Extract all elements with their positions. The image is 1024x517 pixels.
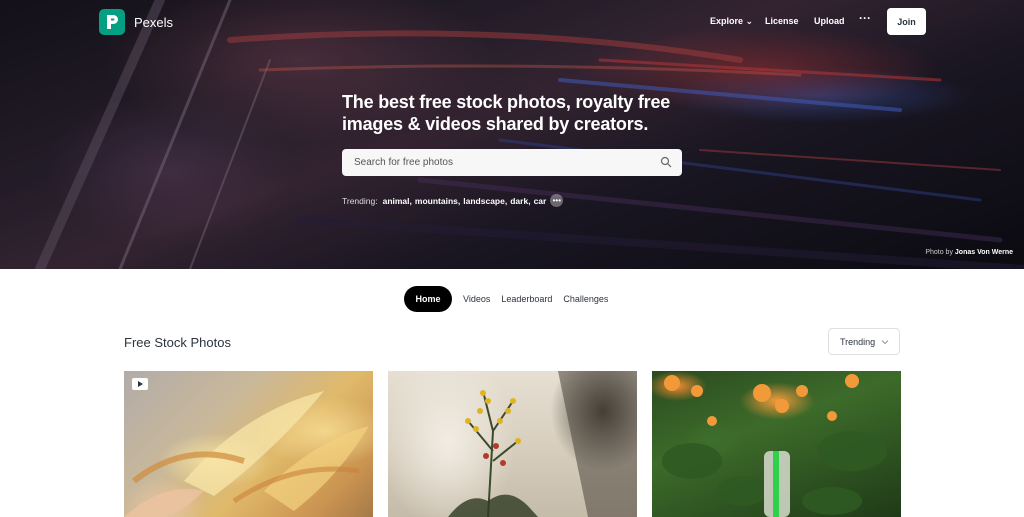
hero-headline-line-2: images & videos shared by creators. bbox=[342, 114, 649, 134]
hero-banner: Pexels Explore ⌄ License Upload ··· Join… bbox=[0, 0, 1024, 269]
trending-tag-dark[interactable]: dark bbox=[510, 196, 528, 206]
tab-leaderboard[interactable]: Leaderboard bbox=[501, 294, 552, 304]
search-placeholder: Search for free photos bbox=[354, 157, 453, 168]
video-icon bbox=[132, 378, 148, 390]
top-nav: Pexels Explore ⌄ License Upload ··· Join bbox=[0, 8, 1024, 36]
chevron-down-icon: ⌄ bbox=[745, 16, 754, 26]
photo-image bbox=[448, 371, 637, 517]
photo-card-melon[interactable] bbox=[124, 371, 373, 517]
hero-headline: The best free stock photos, royalty free… bbox=[342, 91, 702, 135]
nav-explore[interactable]: Explore ⌄ bbox=[710, 16, 753, 27]
trending-tags: Trending: animal, mountains, landscape, … bbox=[342, 194, 564, 207]
more-tags-icon[interactable]: ••• bbox=[550, 194, 564, 207]
sort-dropdown[interactable]: Trending bbox=[828, 328, 900, 355]
chevron-down-icon bbox=[881, 340, 889, 345]
nav-license[interactable]: License bbox=[765, 16, 799, 26]
hero-headline-line-1: The best free stock photos, royalty free bbox=[342, 92, 671, 112]
trending-tag-landscape[interactable]: landscape bbox=[463, 196, 505, 206]
trending-tag-car[interactable]: car bbox=[534, 196, 547, 206]
join-button[interactable]: Join bbox=[887, 8, 926, 35]
content-tabs: Home Videos Leaderboard Challenges bbox=[404, 286, 619, 312]
search-icon[interactable] bbox=[660, 156, 672, 168]
photo-credit-author[interactable]: Jonas Von Werne bbox=[955, 249, 1013, 256]
tab-challenges[interactable]: Challenges bbox=[563, 294, 608, 304]
photo-card-orange-flowers[interactable] bbox=[652, 371, 901, 517]
trending-label: Trending: bbox=[342, 195, 378, 206]
tab-home[interactable]: Home bbox=[404, 286, 452, 312]
photo-image bbox=[124, 391, 369, 517]
brand-name[interactable]: Pexels bbox=[134, 15, 173, 30]
sort-dropdown-value: Trending bbox=[840, 337, 876, 347]
section-title: Free Stock Photos bbox=[124, 335, 231, 350]
tab-videos[interactable]: Videos bbox=[463, 294, 490, 304]
search-input[interactable]: Search for free photos bbox=[342, 149, 682, 176]
trending-tag-mountains[interactable]: mountains bbox=[415, 196, 458, 206]
photo-image bbox=[662, 374, 887, 517]
nav-upload[interactable]: Upload bbox=[814, 16, 845, 26]
trending-tag-animal[interactable]: animal bbox=[383, 196, 410, 206]
photo-card-flowers[interactable] bbox=[388, 371, 637, 517]
pexels-logo-icon[interactable] bbox=[99, 9, 125, 35]
nav-explore-label: Explore bbox=[710, 16, 744, 26]
photo-credit-prefix: Photo by bbox=[925, 249, 953, 256]
photo-credit: Photo by Jonas Von Werne bbox=[925, 249, 1013, 256]
more-options-icon[interactable]: ··· bbox=[859, 11, 871, 25]
